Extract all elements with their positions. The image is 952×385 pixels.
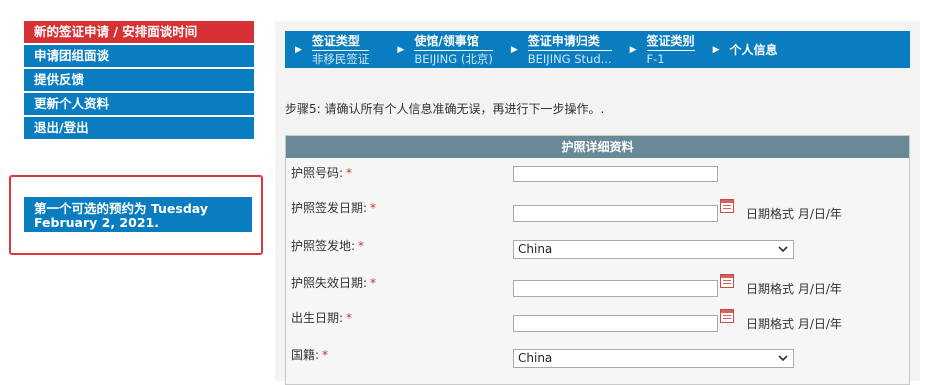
breadcrumb-step-category[interactable]: ▶ 签证申请归类 BEIJING Stud... xyxy=(511,34,612,66)
birth-date-input[interactable] xyxy=(513,315,718,332)
breadcrumb-current-label: 个人信息 xyxy=(729,43,778,57)
nav-item-group-interview[interactable]: 申请团组面谈 xyxy=(24,45,254,69)
row-issue-date: 护照签发日期: * 日期格式 月/日/年 xyxy=(286,199,909,229)
breadcrumb-step-title: 签证类型 xyxy=(311,34,370,51)
required-mark: * xyxy=(346,311,353,325)
breadcrumb-step-value: BEIJING Stud... xyxy=(527,51,612,66)
issue-date-label: 护照签发日期: * xyxy=(291,201,377,215)
calendar-icon[interactable] xyxy=(720,199,734,213)
breadcrumb-step-visa-class[interactable]: ▶ 签证类别 F-1 xyxy=(630,34,695,66)
nav-item-update-profile[interactable]: 更新个人资料 xyxy=(24,93,254,117)
breadcrumb-step-value: 非移民签证 xyxy=(311,51,370,66)
row-birth-date: 出生日期: * 日期格式 月/日/年 xyxy=(286,309,909,339)
passport-number-input[interactable] xyxy=(513,166,718,182)
row-nationality: 国籍: * China xyxy=(286,346,909,376)
required-mark: * xyxy=(346,166,353,180)
expiry-date-input[interactable] xyxy=(513,280,718,297)
breadcrumb: ▶ 签证类型 非移民签证 ▶ 使馆/领事馆 BEIJING (北京) ▶ 签证申… xyxy=(285,31,910,68)
breadcrumb-step-title: 签证类别 xyxy=(646,34,695,51)
issue-date-input[interactable] xyxy=(513,205,718,222)
left-nav: 新的签证申请 / 安排面谈时间 申请团组面谈 提供反馈 更新个人资料 退出/登出 xyxy=(24,21,254,141)
breadcrumb-step-visa-type[interactable]: ▶ 签证类型 非移民签证 xyxy=(295,34,370,66)
main-panel: ▶ 签证类型 非移民签证 ▶ 使馆/领事馆 BEIJING (北京) ▶ 签证申… xyxy=(275,21,920,385)
appointment-highlight-box: 第一个可选的预约为 Tuesday February 2, 2021. xyxy=(9,175,263,255)
nav-item-new-application[interactable]: 新的签证申请 / 安排面谈时间 xyxy=(24,21,254,45)
breadcrumb-step-value: BEIJING (北京) xyxy=(414,51,493,66)
nav-item-feedback[interactable]: 提供反馈 xyxy=(24,69,254,93)
passport-number-label: 护照号码: * xyxy=(291,166,353,180)
chevron-down-icon xyxy=(778,355,788,362)
issue-place-select[interactable]: China xyxy=(513,240,794,259)
arrow-right-icon: ▶ xyxy=(510,44,518,55)
date-format-hint: 日期格式 月/日/年 xyxy=(746,317,842,331)
passport-details-form: 护照详细资料 护照号码: * 护照签发日期: * 日期格式 月/日/年 护照签发地:… xyxy=(285,135,910,385)
breadcrumb-step-title: 使馆/领事馆 xyxy=(414,34,493,51)
chevron-down-icon xyxy=(778,246,788,253)
required-mark: * xyxy=(358,239,365,253)
required-mark: * xyxy=(370,276,377,290)
issue-place-label: 护照签发地: * xyxy=(291,239,365,253)
required-mark: * xyxy=(322,348,329,362)
breadcrumb-current: ▶ 个人信息 xyxy=(713,41,778,58)
arrow-right-icon: ▶ xyxy=(397,44,405,55)
required-mark: * xyxy=(370,201,377,215)
row-passport-number: 护照号码: * xyxy=(286,164,909,194)
calendar-icon[interactable] xyxy=(720,309,734,323)
date-format-hint: 日期格式 月/日/年 xyxy=(746,207,842,221)
breadcrumb-step-title: 签证申请归类 xyxy=(527,34,612,51)
breadcrumb-step-value: F-1 xyxy=(646,51,665,66)
row-expiry-date: 护照失效日期: * 日期格式 月/日/年 xyxy=(286,274,909,304)
nationality-selected: China xyxy=(518,351,553,365)
appointment-notice: 第一个可选的预约为 Tuesday February 2, 2021. xyxy=(24,197,252,232)
arrow-right-icon: ▶ xyxy=(712,44,720,55)
calendar-icon[interactable] xyxy=(720,274,734,288)
step-instruction: 步骤5: 请确认所有个人信息准确无误，再进行下一步操作。. xyxy=(285,102,605,116)
birth-date-label: 出生日期: * xyxy=(291,311,353,325)
arrow-right-icon: ▶ xyxy=(295,44,302,55)
expiry-date-label: 护照失效日期: * xyxy=(291,276,377,290)
nav-item-logout[interactable]: 退出/登出 xyxy=(24,117,254,141)
issue-place-selected: China xyxy=(518,242,553,256)
date-format-hint: 日期格式 月/日/年 xyxy=(746,282,842,296)
nationality-select[interactable]: China xyxy=(513,349,794,368)
breadcrumb-step-consulate[interactable]: ▶ 使馆/领事馆 BEIJING (北京) xyxy=(397,34,493,66)
nationality-label: 国籍: * xyxy=(291,348,329,362)
form-header: 护照详细资料 xyxy=(286,136,909,158)
row-issue-place: 护照签发地: * China xyxy=(286,237,909,267)
arrow-right-icon: ▶ xyxy=(629,44,637,55)
